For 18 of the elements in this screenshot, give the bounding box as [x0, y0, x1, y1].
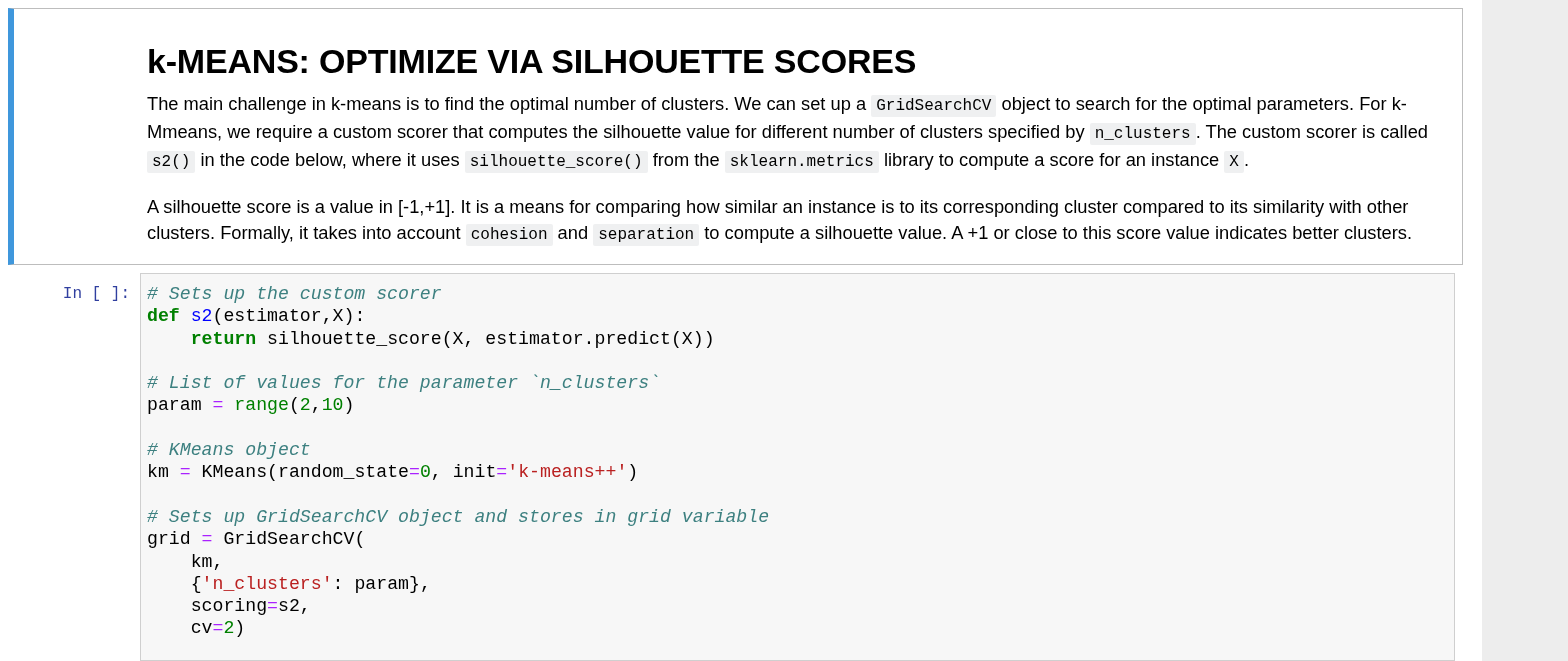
code-line: km,	[189, 550, 224, 573]
code-line: cv=2)	[189, 617, 246, 640]
code-line: scoring=s2,	[189, 595, 311, 618]
code-line: def s2(estimator,X):	[147, 305, 366, 328]
code-line: km = KMeans(random_state=0, init='k-means++')	[147, 461, 639, 484]
cell-prompt: In [ ]:	[61, 284, 131, 305]
code-line: # Sets up GridSearchCV object and stores in grid variable	[147, 505, 770, 529]
code-line: return silhouette_score(X, estimator.predict(X))	[189, 327, 715, 350]
code-line: # KMeans object	[147, 439, 311, 462]
paragraph: The main challenge in k-means is to find the optimal number of clusters. We can set up a GridSearchCV object to search for the optimal parameters. For k-Mmeans, we require a custom scorer that computes the silhouette value for different number of clusters specified by n_clusters . The custom scorer is called s2() in the code below, where it uses silhouette_score() from the sklearn.metrics library to compute a score for an instance X .	[147, 92, 1429, 175]
code-line: grid = GridSearchCV(	[147, 528, 366, 551]
paragraph: A silhouette score is a value in [-1,+1]. It is a means for comparing how similar an instance is to its corresponding cluster compared to its similarity with other clusters. Formally, it takes into account cohesion and separation to compute a silhouette value. A +1 or close to this score value indicates better clusters.	[147, 195, 1414, 248]
code-line: # List of values for the parameter `n_clusters`	[147, 372, 660, 395]
markdown-cell[interactable]	[8, 8, 1463, 265]
code-line: {'n_clusters': param},	[189, 572, 431, 596]
cell-heading: k-MEANS: OPTIMIZE VIA SILHOUETTE SCORES	[147, 41, 918, 81]
code-line: # Sets up the custom scorer	[147, 283, 442, 306]
code-line: param = range(2,10)	[147, 394, 355, 417]
